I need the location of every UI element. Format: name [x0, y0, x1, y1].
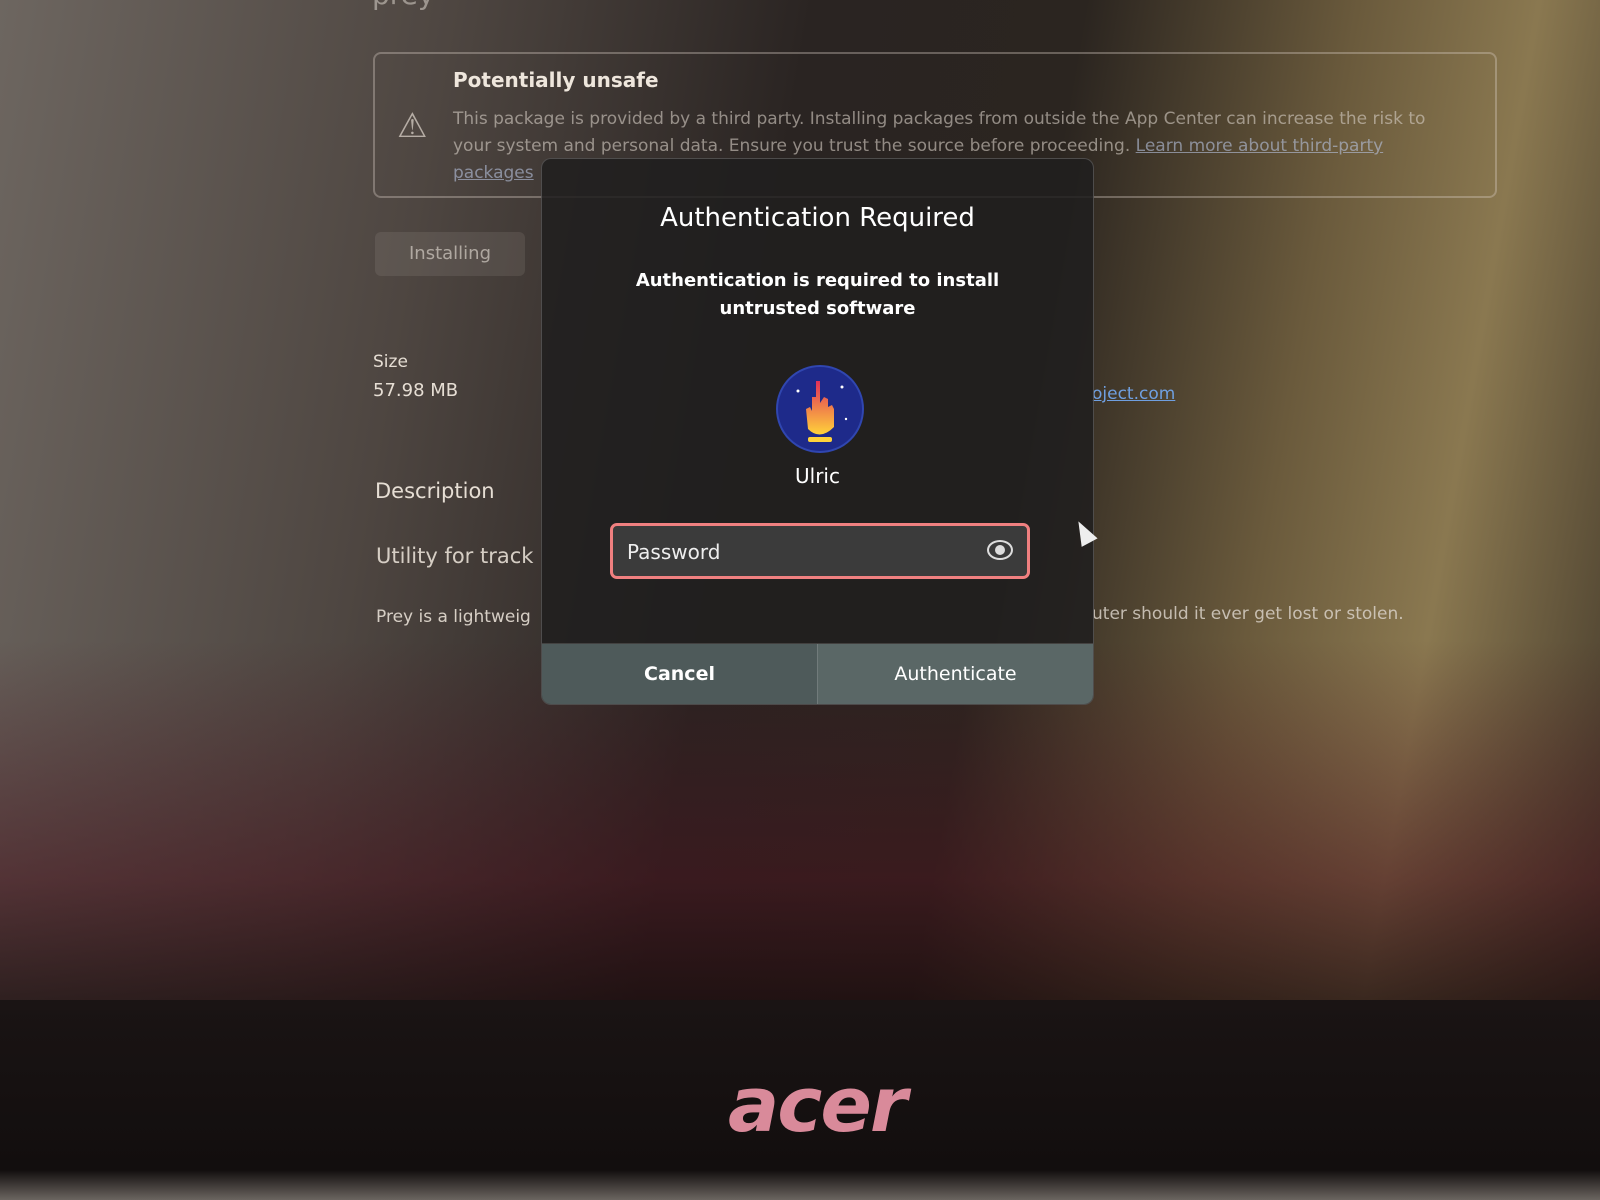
description-body-end: uter should it ever get lost or stolen.	[1092, 604, 1404, 624]
authentication-dialog: Authentication Required Authentication i…	[541, 158, 1094, 705]
user-avatar	[776, 365, 864, 453]
authenticate-button[interactable]: Authenticate	[818, 644, 1093, 704]
hand-flame-icon	[796, 381, 848, 442]
acer-logo: acer	[728, 1060, 907, 1149]
website-link[interactable]: oject.com	[1092, 384, 1175, 404]
size-label: Size	[373, 352, 408, 372]
app-title: prey	[372, 0, 434, 11]
warning-title: Potentially unsafe	[453, 68, 659, 92]
show-password-eye-icon[interactable]	[987, 540, 1013, 560]
password-field-frame	[610, 523, 1030, 579]
user-name: Ulric	[795, 464, 840, 488]
password-input[interactable]	[625, 526, 969, 578]
description-body: Prey is a lightweig	[376, 607, 531, 627]
warning-icon: ⚠	[397, 106, 428, 146]
description-summary: Utility for track	[376, 544, 534, 568]
dialog-title: Authentication Required	[660, 203, 975, 233]
description-heading: Description	[375, 479, 495, 503]
dialog-buttons: Cancel Authenticate	[542, 643, 1093, 704]
size-value: 57.98 MB	[373, 380, 459, 401]
cancel-button[interactable]: Cancel	[542, 644, 818, 704]
installing-button[interactable]: Installing	[375, 232, 525, 276]
dialog-message: Authentication is required to install un…	[635, 270, 1000, 319]
